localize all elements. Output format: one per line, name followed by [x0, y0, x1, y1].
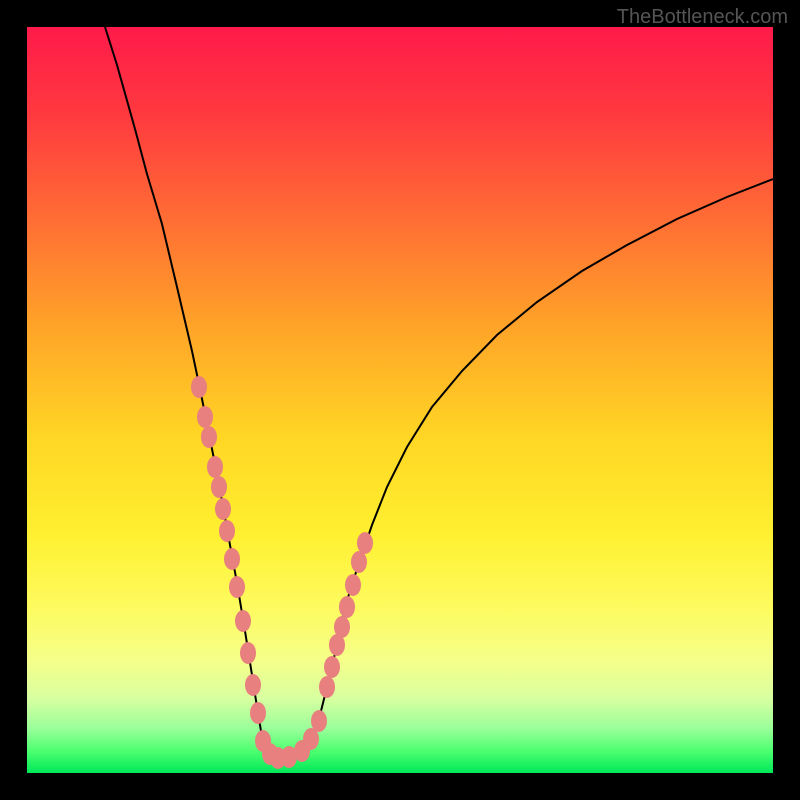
data-marker: [191, 376, 207, 398]
data-marker: [311, 710, 327, 732]
data-marker: [319, 676, 335, 698]
curve-overlay: [27, 27, 773, 773]
data-marker: [357, 532, 373, 554]
data-marker: [324, 656, 340, 678]
data-marker: [351, 551, 367, 573]
data-marker: [345, 574, 361, 596]
data-marker: [201, 426, 217, 448]
data-marker: [215, 498, 231, 520]
data-marker: [219, 520, 235, 542]
data-markers-group: [191, 376, 373, 769]
data-marker: [339, 596, 355, 618]
data-marker: [197, 406, 213, 428]
chart-area: [27, 27, 773, 773]
data-marker: [207, 456, 223, 478]
data-marker: [229, 576, 245, 598]
data-marker: [211, 476, 227, 498]
data-marker: [240, 642, 256, 664]
data-marker: [224, 548, 240, 570]
data-marker: [245, 674, 261, 696]
data-marker: [250, 702, 266, 724]
watermark-text: TheBottleneck.com: [617, 6, 788, 29]
data-marker: [235, 610, 251, 632]
data-marker: [334, 616, 350, 638]
